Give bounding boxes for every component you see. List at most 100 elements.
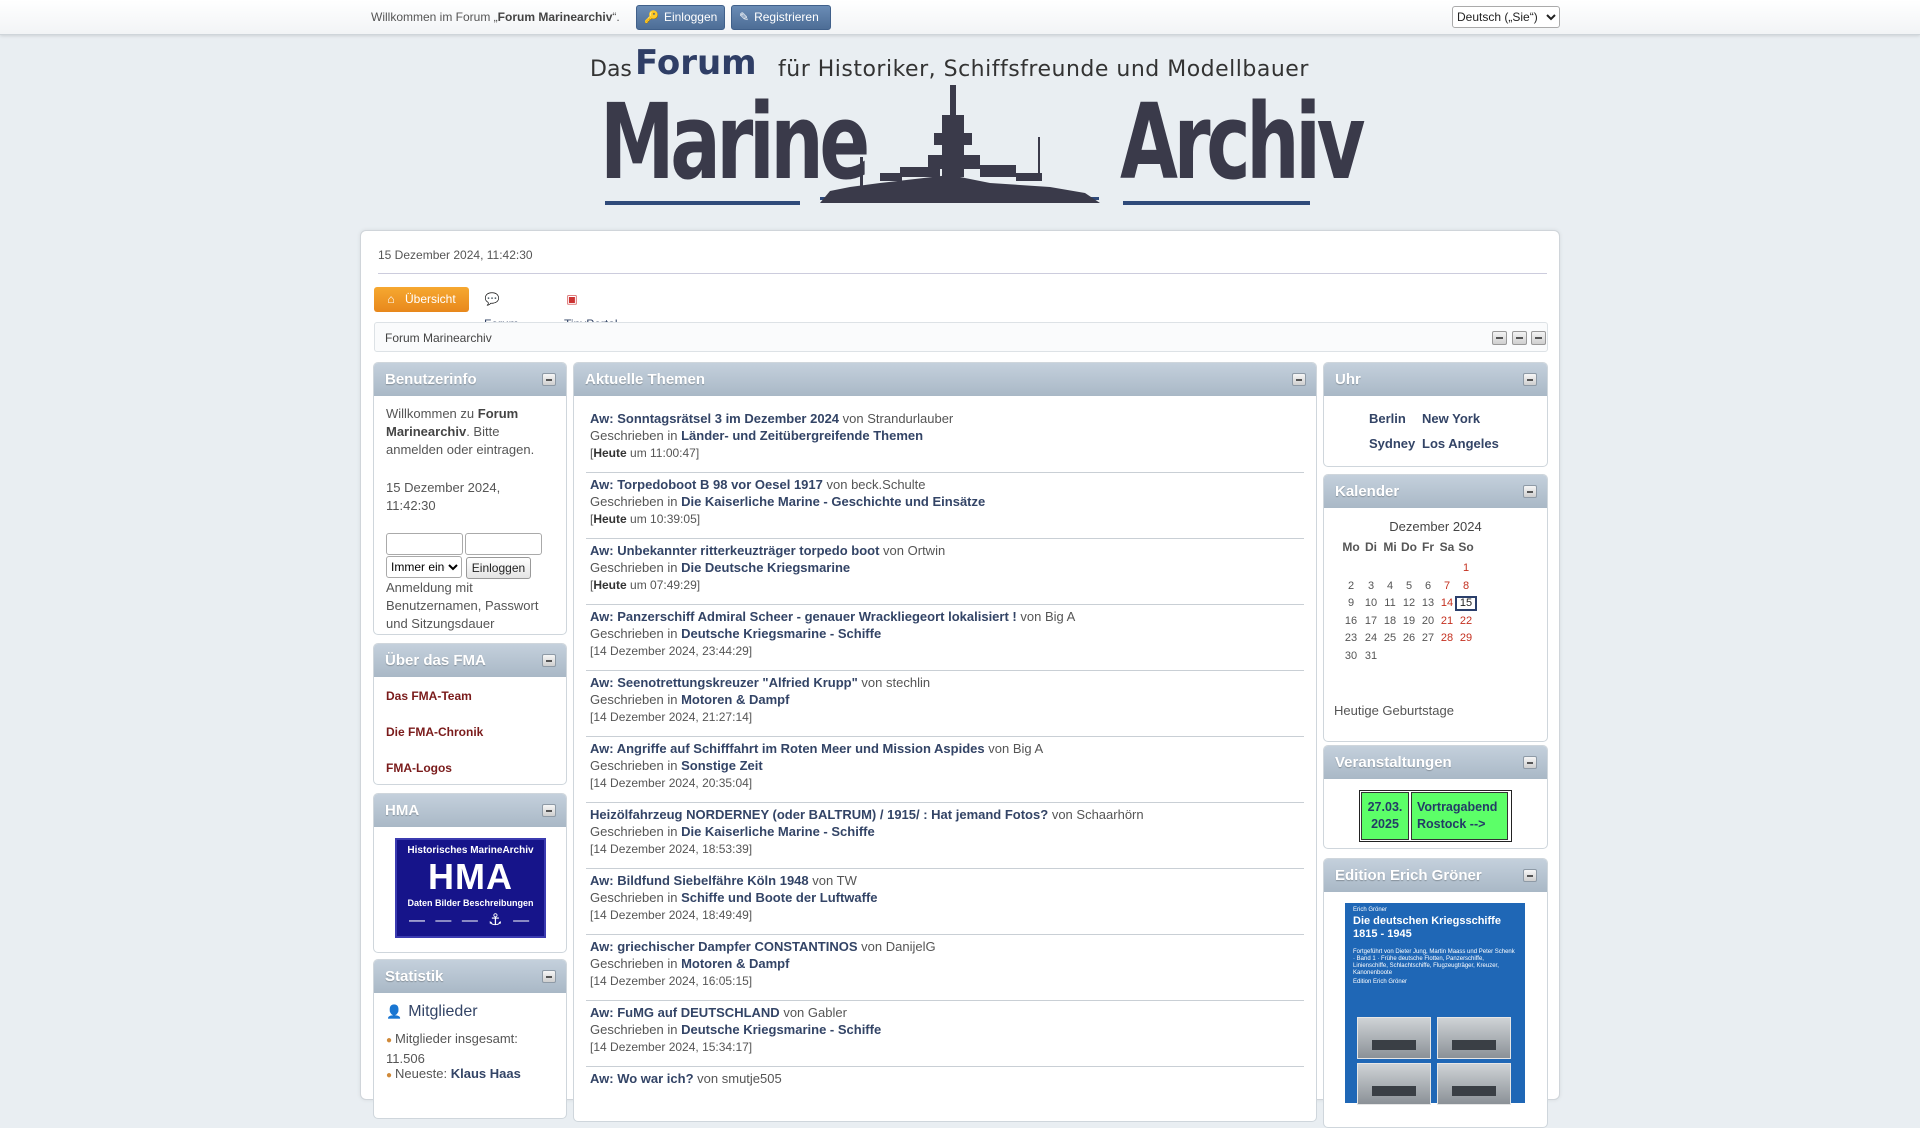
topic-board-link[interactable]: Deutsche Kriegsmarine - Schiffe [681,626,881,641]
topic-link[interactable]: Aw: Seenotrettungskreuzer "Alfried Krupp… [590,675,858,690]
hma-logo[interactable]: Historisches MarineArchiv HMA Daten Bild… [395,838,546,947]
collapse-left-icon[interactable] [1492,331,1507,345]
calendar-day[interactable]: 2 [1340,579,1362,594]
topic-author-link[interactable]: smutje505 [722,1071,782,1086]
topic-board-line: Geschrieben in Deutsche Kriegsmarine - S… [590,626,882,641]
newest-member-link[interactable]: Klaus Haas [451,1066,521,1081]
topic-link[interactable]: Heizölfahrzeug NORDERNEY (oder BALTRUM) … [590,807,1048,822]
panel-header: Edition Erich Gröner [1324,859,1547,892]
session-duration-select[interactable]: Immer eingeloggt [386,556,462,578]
topic-author-link[interactable]: beck.Schulte [851,477,925,492]
calendar-month[interactable]: Dezember 2024 [1334,518,1537,536]
collapse-icon[interactable] [542,654,556,667]
calendar-day[interactable]: 22 [1455,614,1477,629]
nav-item-tinyportal[interactable]: ▣TinyPortal [564,287,618,331]
topic-link[interactable]: Aw: Bildfund Siebelfähre Köln 1948 [590,873,809,888]
collapse-icon[interactable] [1523,756,1537,769]
topic-board-link[interactable]: Deutsche Kriegsmarine - Schiffe [681,1022,881,1037]
calendar-day[interactable]: 9 [1340,596,1362,611]
register-button[interactable]: ✎ Registrieren [731,5,831,30]
login-link[interactable]: anmelden [386,442,443,457]
topic-board-link[interactable]: Länder- und Zeitübergreifende Themen [681,428,923,443]
calendar-day[interactable]: 30 [1340,649,1362,664]
register-link[interactable]: eintragen [476,442,530,457]
password-input[interactable] [465,533,542,555]
topic-author-link[interactable]: Ortwin [908,543,946,558]
ship-photo [1357,1017,1431,1059]
calendar-day[interactable]: 31 [1360,649,1382,664]
collapse-icon[interactable] [1523,869,1537,882]
topic-link[interactable]: Aw: Panzerschiff Admiral Scheer - genaue… [590,609,1017,624]
calendar-day[interactable]: 16 [1340,614,1362,629]
topic-link[interactable]: Aw: FuMG auf DEUTSCHLAND [590,1005,780,1020]
members-heading: 👤 Mitglieder [386,1003,478,1020]
link-fma-team[interactable]: Das FMA-Team [386,689,472,703]
book-cover[interactable]: Erich Gröner Die deutschen Kriegsschiffe… [1345,903,1525,1105]
topic-board-link[interactable]: Die Deutsche Kriegsmarine [681,560,850,575]
topic-board-line: Geschrieben in Motoren & Dampf [590,692,790,707]
topic-author-link[interactable]: stechlin [886,675,930,690]
collapse-icon[interactable] [1523,373,1537,386]
forum-banner-logo[interactable]: Das Forum für Historiker, Schiffsfreunde… [585,43,1365,210]
key-icon: 🔑 [644,10,659,24]
calendar-panel: Kalender Dezember 2024 Heutige Geburtsta… [1323,474,1548,742]
event-box[interactable]: 27.03. 2025 Vortragabend Rostock --> [1359,790,1512,842]
topic-author-link[interactable]: Big A [1045,609,1075,624]
nav-item-forum[interactable]: 💬Forum [484,287,519,331]
topic-board-link[interactable]: Schiffe und Boote der Luftwaffe [681,890,877,905]
home-icon: ⌂ [387,292,395,306]
link-fma-logos[interactable]: FMA-Logos [386,761,452,775]
topic-row: Aw: Sonntagsrätsel 3 im Dezember 2024 vo… [586,407,1304,473]
topic-link[interactable]: Aw: Sonntagsrätsel 3 im Dezember 2024 [590,411,839,426]
sidebar-login-button[interactable]: Einloggen [466,557,531,579]
username-input[interactable] [386,533,463,555]
collapse-icon[interactable] [1523,485,1537,498]
topic-board-link[interactable]: Die Kaiserliche Marine - Geschichte und … [681,494,985,509]
topic-link[interactable]: Aw: Unbekannter ritterkeuzträger torpedo… [590,543,879,558]
topic-timestamp: [14 Dezember 2024, 18:53:39] [590,842,753,856]
language-select[interactable]: Deutsch („Sie“) [1452,6,1560,28]
topic-link[interactable]: Aw: Wo war ich? [590,1071,694,1086]
panel-header: Benutzerinfo [374,363,566,396]
nav-item-overview[interactable]: ⌂ Übersicht [374,287,469,312]
clock-panel: Uhr Berlin New York Sydney Los Angeles [1323,362,1548,467]
collapse-icon[interactable] [542,970,556,983]
calendar-day[interactable]: 8 [1455,579,1477,594]
topic-author-link[interactable]: Big A [1013,741,1043,756]
topic-row: Aw: griechischer Dampfer CONSTANTINOS vo… [586,935,1304,1001]
collapse-icon[interactable] [542,373,556,386]
collapse-icon[interactable] [1292,373,1306,386]
topic-board-link[interactable]: Motoren & Dampf [681,956,789,971]
topic-link[interactable]: Aw: Torpedoboot B 98 vor Oesel 1917 [590,477,823,492]
members-newest: ● Neueste: Klaus Haas [386,1066,521,1081]
link-fma-chronik[interactable]: Die FMA-Chronik [386,725,483,739]
topic-author-link[interactable]: Strandurlauber [867,411,953,426]
topic-row: Heizölfahrzeug NORDERNEY (oder BALTRUM) … [586,803,1304,869]
topic-author-link[interactable]: TW [837,873,857,888]
topic-author-link[interactable]: DanijelG [886,939,936,954]
collapse-center-icon[interactable] [1512,331,1527,345]
topic-board-link[interactable]: Sonstige Zeit [681,758,763,773]
calendar-day-today[interactable]: 15 [1455,596,1477,612]
topic-link[interactable]: Aw: Angriffe auf Schifffahrt im Roten Me… [590,741,985,756]
topic-board-line: Geschrieben in Sonstige Zeit [590,758,763,773]
topic-board-link[interactable]: Die Kaiserliche Marine - Schiffe [681,824,875,839]
calendar-day[interactable]: 1 [1455,561,1477,576]
topic-author-link[interactable]: Gabler [808,1005,847,1020]
collapse-right-icon[interactable] [1531,331,1546,345]
topic-link[interactable]: Aw: griechischer Dampfer CONSTANTINOS [590,939,858,954]
ship-photo [1437,1017,1511,1059]
panel-header: Uhr [1324,363,1547,396]
panel-header: Aktuelle Themen [574,363,1316,396]
login-button[interactable]: 🔑 Einloggen [636,5,725,30]
calendar-day[interactable]: 29 [1455,631,1477,646]
event-title[interactable]: Vortragabend Rostock --> [1411,792,1508,840]
calendar-day[interactable]: 23 [1340,631,1362,646]
collapse-icon[interactable] [542,804,556,817]
topic-author-link[interactable]: Schaarhörn [1076,807,1143,822]
topic-board-line: Geschrieben in Die Kaiserliche Marine - … [590,824,875,839]
breadcrumb-item[interactable]: Forum Marinearchiv [385,331,492,345]
clock-city: New York [1422,411,1481,426]
topic-board-link[interactable]: Motoren & Dampf [681,692,789,707]
bullet-icon: ● [386,1035,393,1046]
